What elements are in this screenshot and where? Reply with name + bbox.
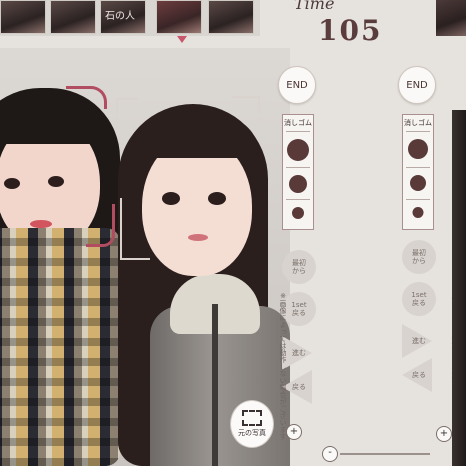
person-right-bangs xyxy=(134,118,258,158)
divider xyxy=(406,131,430,132)
photo-canvas[interactable]: 元の写真 xyxy=(0,48,290,466)
crop-frame-icon xyxy=(242,410,262,426)
timer-label: Time xyxy=(294,0,335,13)
eraser-large-button[interactable] xyxy=(287,139,309,161)
purikura-edit-screen: 石の人 Time 105 元の写真 END 消しゴム 最初 から 1set 戻る… xyxy=(0,0,466,466)
eraser-size-box: 消しゴム xyxy=(282,114,314,230)
thumbnail-strip: 石の人 xyxy=(0,0,260,36)
person-left-plaid-scarf xyxy=(0,228,120,466)
end-button-b[interactable]: END xyxy=(398,66,436,104)
face-guide-bottom-left xyxy=(86,204,115,247)
divider xyxy=(406,167,430,168)
screen-bezel xyxy=(452,110,466,466)
zoom-minus-button[interactable]: - xyxy=(322,446,338,462)
face-guide-top-mid xyxy=(116,98,138,114)
reset-button[interactable]: 最初 から xyxy=(282,250,316,284)
person-right-zipper xyxy=(212,304,218,466)
control-panel-a: END 消しゴム 最初 から 1set 戻る 進む 戻る ※画像によっては動作し… xyxy=(274,60,334,460)
thumbnail-2[interactable] xyxy=(50,0,96,34)
divider xyxy=(286,167,310,168)
eraser-small-button[interactable] xyxy=(292,207,304,219)
person-left-eye-left xyxy=(4,178,20,189)
eraser-title: 消しゴム xyxy=(284,119,312,127)
person-right-eye-right xyxy=(208,192,226,205)
forward-button-b[interactable]: 進む xyxy=(402,324,436,358)
undo-set-button[interactable]: 1set 戻る xyxy=(282,292,316,326)
eraser-medium-button-b[interactable] xyxy=(410,175,426,191)
person-right-eye-left xyxy=(162,192,180,205)
eraser-title-b: 消しゴム xyxy=(404,119,432,127)
divider xyxy=(406,199,430,200)
face-guide-top-left xyxy=(66,86,107,109)
person-left-lips xyxy=(30,220,52,228)
person-left-eye-right xyxy=(48,176,64,187)
eraser-small-button-b[interactable] xyxy=(412,207,424,218)
restore-original-button[interactable]: 元の写真 xyxy=(230,400,274,448)
countdown-timer: Time 105 xyxy=(294,0,404,52)
control-panel-b: END 消しゴム 最初 から 1set 戻る 進む 戻る ※画像によっては動作し… xyxy=(394,60,458,460)
thumbnail-1[interactable] xyxy=(0,0,46,34)
divider xyxy=(286,199,310,200)
face-guide-bottom-mid xyxy=(120,198,150,260)
restore-original-label: 元の写真 xyxy=(238,429,266,437)
divider xyxy=(286,131,310,132)
eraser-size-box-b: 消しゴム xyxy=(402,114,434,230)
person-right-lips xyxy=(188,234,208,241)
back-button-b[interactable]: 戻る xyxy=(402,358,436,392)
thumbnail-6[interactable] xyxy=(436,0,466,36)
zoom-plus-button-a[interactable]: + xyxy=(286,424,302,440)
thumbnail-3[interactable]: 石の人 xyxy=(100,0,146,34)
forward-button[interactable]: 進む xyxy=(282,336,316,370)
selected-thumbnail-caret-icon xyxy=(177,36,187,43)
face-guide-top-right xyxy=(232,96,260,114)
notice-text: ※画像によっては動作しない場合がございます xyxy=(279,292,286,440)
end-button[interactable]: END xyxy=(278,66,316,104)
back-button[interactable]: 戻る xyxy=(282,370,316,404)
thumbnail-4-selected[interactable] xyxy=(156,0,202,34)
reset-button-b[interactable]: 最初 から xyxy=(402,240,436,274)
eraser-large-button-b[interactable] xyxy=(408,139,428,159)
undo-set-button-b[interactable]: 1set 戻る xyxy=(402,282,436,316)
timer-value: 105 xyxy=(318,14,383,47)
thumbnail-5[interactable] xyxy=(208,0,254,34)
eraser-medium-button[interactable] xyxy=(289,175,307,193)
